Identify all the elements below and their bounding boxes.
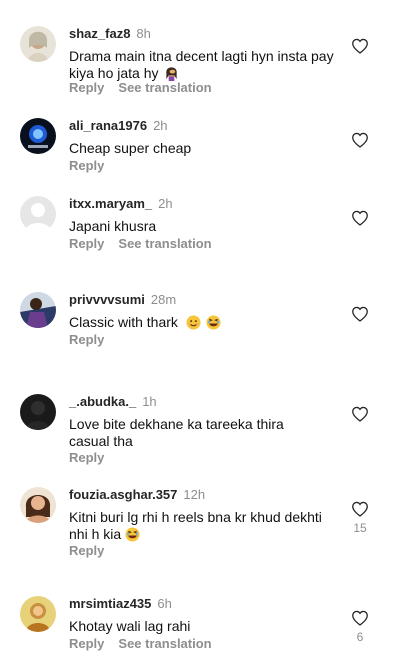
heart-icon xyxy=(352,306,368,322)
smiling-face-emoji-icon xyxy=(186,315,201,330)
comment-actions: Reply xyxy=(69,543,104,559)
avatar[interactable] xyxy=(20,118,56,154)
comment-body: Japani khusra xyxy=(69,218,157,234)
avatar[interactable] xyxy=(20,26,56,62)
comment-actions: Reply xyxy=(69,158,104,174)
see-translation-link[interactable]: See translation xyxy=(118,636,211,651)
username[interactable]: shaz_faz8 xyxy=(69,26,130,41)
avatar[interactable] xyxy=(20,394,56,430)
comment-header: privvvvsumi 28m xyxy=(69,292,176,308)
comment-body: Cheap super cheap xyxy=(69,140,192,156)
like-button[interactable] xyxy=(350,132,370,152)
timestamp: 12h xyxy=(183,487,206,502)
comment-text: Cheap super cheap xyxy=(69,140,339,157)
comment-actions: Reply xyxy=(69,332,104,348)
like-button[interactable]: 6 xyxy=(350,610,370,644)
reply-button[interactable]: Reply xyxy=(69,80,104,95)
comment-header: ali_rana1976 2h xyxy=(69,118,168,134)
see-translation-link[interactable]: See translation xyxy=(118,236,211,251)
laughing-face-emoji-icon xyxy=(125,527,140,542)
timestamp: 1h xyxy=(142,394,157,409)
comment-text: Kitni buri lg rhi h reels bna kr khud de… xyxy=(69,509,335,543)
comment-text: Classic with thark xyxy=(69,314,339,331)
laughing-face-emoji-icon xyxy=(206,315,221,330)
comment-actions: Reply See translation xyxy=(69,236,212,252)
username[interactable]: mrsimtiaz435 xyxy=(69,596,151,611)
username[interactable]: ali_rana1976 xyxy=(69,118,147,133)
like-button[interactable]: 15 xyxy=(350,501,370,535)
heart-icon xyxy=(352,38,368,54)
like-button[interactable] xyxy=(350,406,370,426)
username[interactable]: fouzia.asghar.357 xyxy=(69,487,177,502)
reply-button[interactable]: Reply xyxy=(69,332,104,347)
comment-body: Khotay wali lag rahi xyxy=(69,618,191,634)
reply-button[interactable]: Reply xyxy=(69,236,104,251)
see-translation-link[interactable]: See translation xyxy=(118,80,211,95)
comment-actions: Reply See translation xyxy=(69,80,212,96)
comment-body: Kitni buri lg rhi h reels bna kr khud de… xyxy=(69,509,322,542)
comment-body: Drama main itna decent lagti hyn insta p… xyxy=(69,48,334,81)
reply-button[interactable]: Reply xyxy=(69,636,104,651)
comment-actions: Reply See translation xyxy=(69,636,212,652)
heart-icon xyxy=(352,501,368,517)
comment-header: _.abudka._ 1h xyxy=(69,394,157,410)
heart-icon xyxy=(352,406,368,422)
heart-icon xyxy=(352,210,368,226)
like-count: 15 xyxy=(353,521,367,535)
avatar[interactable] xyxy=(20,596,56,632)
reply-button[interactable]: Reply xyxy=(69,450,104,465)
heart-icon xyxy=(352,132,368,148)
comment-header: itxx.maryam_ 2h xyxy=(69,196,173,212)
timestamp: 2h xyxy=(158,196,173,211)
face-palm-woman-emoji-icon xyxy=(164,66,179,81)
comment-text: Love bite dekhane ka tareeka thira casua… xyxy=(69,416,309,450)
username[interactable]: _.abudka._ xyxy=(69,394,136,409)
avatar[interactable] xyxy=(20,487,56,523)
reply-button[interactable]: Reply xyxy=(69,543,104,558)
comment-text: Japani khusra xyxy=(69,218,339,235)
timestamp: 8h xyxy=(136,26,151,41)
like-button[interactable] xyxy=(350,306,370,326)
heart-icon xyxy=(352,610,368,626)
comment-header: mrsimtiaz435 6h xyxy=(69,596,172,612)
like-count: 6 xyxy=(356,630,364,644)
username[interactable]: privvvvsumi xyxy=(69,292,145,307)
comment-text: Drama main itna decent lagti hyn insta p… xyxy=(69,48,339,82)
avatar[interactable] xyxy=(20,196,56,232)
timestamp: 6h xyxy=(157,596,172,611)
comment-actions: Reply xyxy=(69,450,104,466)
timestamp: 28m xyxy=(150,292,177,307)
comment-body: Love bite dekhane ka tareeka thira casua… xyxy=(69,416,284,449)
like-button[interactable] xyxy=(350,210,370,230)
username[interactable]: itxx.maryam_ xyxy=(69,196,152,211)
comment-header: fouzia.asghar.357 12h xyxy=(69,487,205,503)
avatar[interactable] xyxy=(20,292,56,328)
like-button[interactable] xyxy=(350,38,370,58)
comment-body: Classic with thark xyxy=(69,314,178,330)
comment-text: Khotay wali lag rahi xyxy=(69,618,339,635)
comment-header: shaz_faz8 8h xyxy=(69,26,151,42)
reply-button[interactable]: Reply xyxy=(69,158,104,173)
timestamp: 2h xyxy=(153,118,168,133)
